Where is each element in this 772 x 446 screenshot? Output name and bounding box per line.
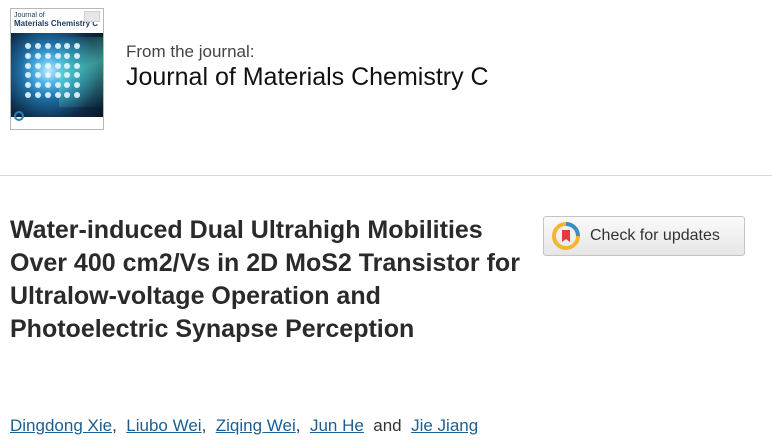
author-separator: , <box>112 416 117 435</box>
author-link[interactable]: Jun He <box>310 416 364 435</box>
author-link[interactable]: Dingdong Xie <box>10 416 112 435</box>
author-link[interactable]: Ziqing Wei <box>216 416 296 435</box>
author-link[interactable]: Jie Jiang <box>411 416 478 435</box>
publisher-logo-icon <box>14 111 24 121</box>
author-conjunction: and <box>373 416 402 435</box>
cover-dot-grid <box>25 43 81 99</box>
article-title: Water-induced Dual Ultrahigh Mobilities … <box>10 216 520 343</box>
check-for-updates-label: Check for updates <box>590 227 720 244</box>
check-for-updates-icon <box>552 222 580 250</box>
journal-cover-image[interactable]: Journal of Materials Chemistry C <box>10 8 104 130</box>
author-link[interactable]: Liubo Wei <box>126 416 201 435</box>
check-for-updates-button[interactable]: Check for updates <box>543 216 745 256</box>
author-separator: , <box>295 416 301 435</box>
author-list: Dingdong Xie, Liubo Wei, Ziqing Wei, Jun… <box>10 416 478 436</box>
journal-name-link[interactable]: Journal of Materials Chemistry C <box>126 63 489 92</box>
journal-header: Journal of Materials Chemistry C From th… <box>0 0 772 176</box>
from-journal-label: From the journal: <box>126 42 255 61</box>
cover-badge <box>84 11 100 22</box>
author-separator: , <box>201 416 207 435</box>
